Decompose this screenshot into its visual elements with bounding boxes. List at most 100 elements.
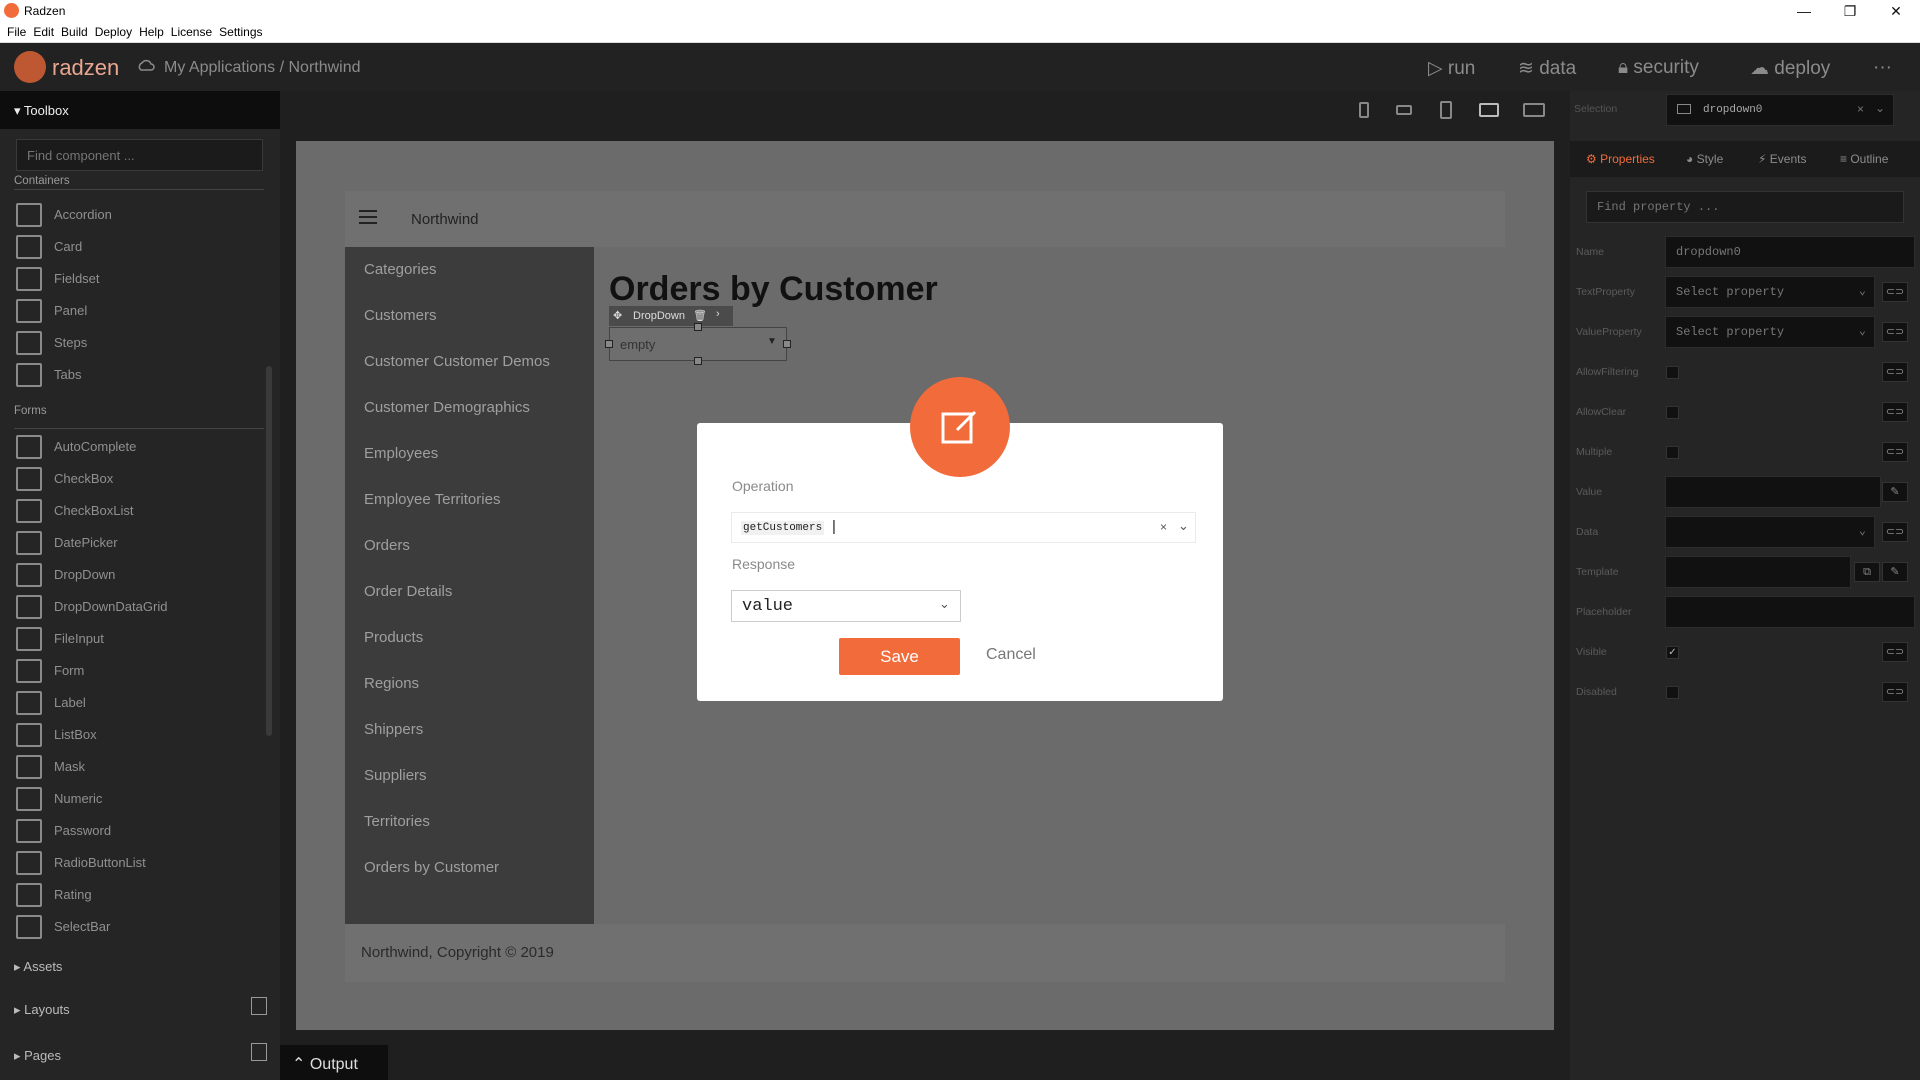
run-button[interactable]: ▷ run [1428,57,1475,80]
nav-item-suppliers[interactable]: Suppliers [364,767,427,784]
toolbox-item-fileinput[interactable]: FileInput [16,625,266,653]
phone-landscape-icon[interactable] [1396,105,1412,115]
property-search-input[interactable] [1586,191,1904,223]
link-icon[interactable]: ⊂⊃ [1882,402,1908,422]
toolbox-item-autocomplete[interactable]: AutoComplete [16,433,266,461]
nav-item-customers[interactable]: Customers [364,307,437,324]
toolbox-header[interactable]: ▾ Toolbox [0,91,280,129]
breadcrumb[interactable]: My Applications / Northwind [164,59,361,77]
resize-handle[interactable] [783,340,791,348]
edit-icon[interactable]: ✎ [1882,562,1908,582]
toolbox-item-rating[interactable]: Rating [16,881,266,909]
toolbox-item-tabs[interactable]: Tabs [16,361,266,389]
data-select[interactable]: ⌄ [1665,516,1875,548]
hamburger-icon[interactable] [359,210,377,224]
toolbox-item-steps[interactable]: Steps [16,329,266,357]
chevron-right-icon[interactable]: › [716,308,720,320]
resize-handle[interactable] [605,340,613,348]
link-icon[interactable]: ⊂⊃ [1882,642,1908,662]
toolbox-item-panel[interactable]: Panel [16,297,266,325]
toolbox-item-numeric[interactable]: Numeric [16,785,266,813]
nav-item-employees[interactable]: Employees [364,445,438,462]
chevron-down-icon[interactable]: ⌄ [1875,101,1885,115]
value-input[interactable] [1665,476,1881,508]
link-icon[interactable]: ⊂⊃ [1882,682,1908,702]
toolbox-item-dropdowndatagrid[interactable]: DropDownDataGrid [16,593,266,621]
output-tab[interactable]: ⌃ Output [280,1045,388,1080]
cancel-button[interactable]: Cancel [986,646,1036,664]
toolbox-item-selectbar[interactable]: SelectBar [16,913,266,941]
selection-select[interactable]: dropdown0 × ⌄ [1666,94,1894,126]
desktop-icon[interactable] [1523,103,1545,117]
toolbox-item-listbox[interactable]: ListBox [16,721,266,749]
nav-item-orders-by-customer[interactable]: Orders by Customer [364,859,499,876]
add-page-icon[interactable] [251,1043,267,1061]
move-icon[interactable]: ✥ [613,309,622,322]
template-input[interactable] [1665,556,1851,588]
add-layout-icon[interactable] [251,997,267,1015]
save-button[interactable]: Save [839,638,960,675]
link-icon[interactable]: ⊂⊃ [1882,282,1908,302]
data-button[interactable]: ≋ data [1518,57,1576,80]
link-icon[interactable]: ⊂⊃ [1882,522,1908,542]
toolbox-item-radiobuttonlist[interactable]: RadioButtonList [16,849,266,877]
menu-edit[interactable]: Edit [26,22,54,39]
textproperty-select[interactable]: Select property ⌄ [1665,276,1875,308]
toolbox-scrollbar[interactable] [266,366,272,736]
dropdown-component[interactable]: empty ▼ [605,323,791,365]
toolbox-item-accordion[interactable]: Accordion [16,201,266,229]
maximize-button[interactable]: ❐ [1827,0,1873,22]
phone-portrait-icon[interactable] [1359,102,1369,118]
allowfiltering-checkbox[interactable] [1666,366,1679,379]
name-input[interactable]: dropdown0 [1665,236,1915,268]
toolbox-item-password[interactable]: Password [16,817,266,845]
link-icon[interactable]: ⊂⊃ [1882,442,1908,462]
toolbox-item-label[interactable]: Label [16,689,266,717]
clear-icon[interactable]: × [1160,520,1167,534]
chevron-down-icon[interactable]: ⌄ [1178,518,1189,534]
menu-file[interactable]: File [0,22,26,39]
operation-select[interactable]: getCustomers | × ⌄ [731,512,1196,543]
toolbox-item-dropdown[interactable]: DropDown [16,561,266,589]
layouts-section[interactable]: ▸ Layouts [14,1002,70,1018]
nav-item-customer-customer-demos[interactable]: Customer Customer Demos [364,353,550,370]
menu-deploy[interactable]: Deploy [88,22,132,39]
close-window-button[interactable]: ✕ [1873,0,1919,22]
tab-outline[interactable]: ≡ Outline [1840,152,1888,166]
placeholder-input[interactable] [1665,596,1915,628]
menu-help[interactable]: Help [132,22,164,39]
tab-properties[interactable]: ⚙ Properties [1586,152,1655,166]
tablet-landscape-icon[interactable] [1479,103,1499,117]
tab-style[interactable]: ◕ Style [1686,152,1723,166]
resize-handle[interactable] [694,357,702,365]
toolbox-item-mask[interactable]: Mask [16,753,266,781]
valueproperty-select[interactable]: Select property ⌄ [1665,316,1875,348]
toolbox-item-datepicker[interactable]: DatePicker [16,529,266,557]
minimize-button[interactable]: — [1781,0,1827,22]
tablet-portrait-icon[interactable] [1440,101,1452,119]
security-button[interactable]: 🔒︎ security [1618,57,1699,79]
toolbox-search-input[interactable] [16,139,263,171]
trash-icon[interactable]: 🗑︎ [693,309,707,322]
toolbox-item-checkbox[interactable]: CheckBox [16,465,266,493]
deploy-button[interactable]: ☁ deploy [1750,57,1830,80]
menu-settings[interactable]: Settings [212,22,262,39]
nav-item-shippers[interactable]: Shippers [364,721,423,738]
nav-item-orders[interactable]: Orders [364,537,410,554]
pages-section[interactable]: ▸ Pages [14,1048,61,1064]
toolbox-item-form[interactable]: Form [16,657,266,685]
nav-item-customer-demographics[interactable]: Customer Demographics [364,399,530,416]
disabled-checkbox[interactable] [1666,686,1679,699]
toolbox-item-fieldset[interactable]: Fieldset [16,265,266,293]
link-icon[interactable]: ⊂⊃ [1882,322,1908,342]
toolbox-item-card[interactable]: Card [16,233,266,261]
page-title[interactable]: Orders by Customer [609,270,938,309]
more-button[interactable]: ··· [1873,57,1892,79]
menu-license[interactable]: License [164,22,212,39]
nav-item-employee-territories[interactable]: Employee Territories [364,491,500,508]
response-select[interactable]: value ⌄ [731,590,961,622]
resize-handle[interactable] [694,323,702,331]
nav-item-order-details[interactable]: Order Details [364,583,452,600]
open-editor-icon[interactable]: ⧉ [1854,562,1880,582]
link-icon[interactable]: ⊂⊃ [1882,362,1908,382]
